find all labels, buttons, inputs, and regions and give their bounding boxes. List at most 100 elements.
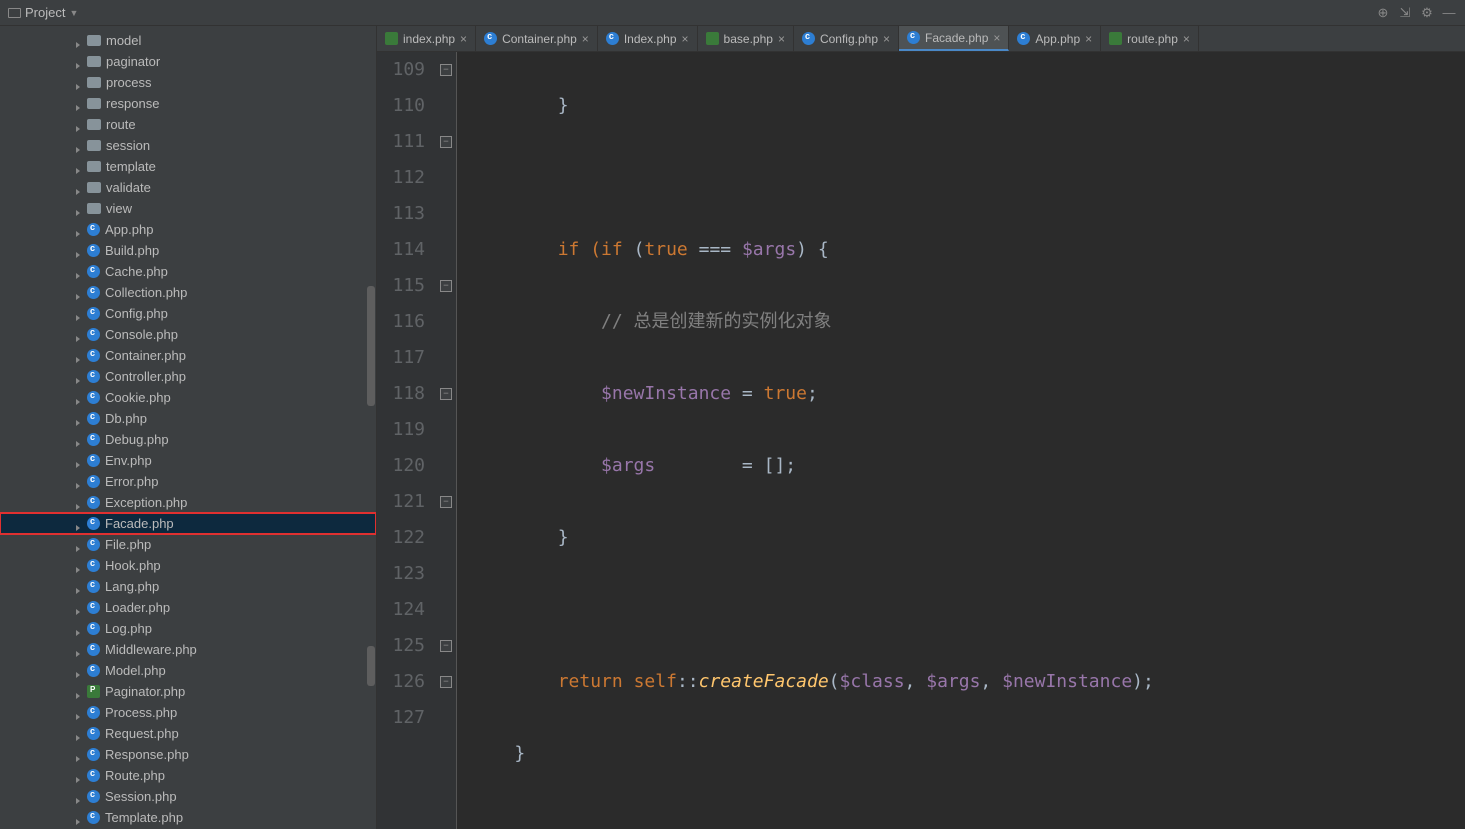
expand-arrow-icon[interactable] bbox=[75, 520, 83, 528]
tree-item-cookie-php[interactable]: Cookie.php bbox=[0, 387, 376, 408]
tree-item-loader-php[interactable]: Loader.php bbox=[0, 597, 376, 618]
tree-item-app-php[interactable]: App.php bbox=[0, 219, 376, 240]
expand-arrow-icon[interactable] bbox=[75, 625, 83, 633]
close-icon[interactable]: × bbox=[778, 32, 785, 46]
close-icon[interactable]: × bbox=[883, 32, 890, 46]
code-content[interactable]: } if (if (true === $args) { // 总是创建新的实例化… bbox=[457, 52, 1465, 829]
expand-arrow-icon[interactable] bbox=[75, 142, 83, 150]
tree-item-paginator[interactable]: paginator bbox=[0, 51, 376, 72]
tree-item-container-php[interactable]: Container.php bbox=[0, 345, 376, 366]
close-icon[interactable]: × bbox=[1183, 32, 1190, 46]
tree-item-config-php[interactable]: Config.php bbox=[0, 303, 376, 324]
tree-item-db-php[interactable]: Db.php bbox=[0, 408, 376, 429]
expand-arrow-icon[interactable] bbox=[75, 268, 83, 276]
tree-item-model-php[interactable]: Model.php bbox=[0, 660, 376, 681]
expand-arrow-icon[interactable] bbox=[75, 478, 83, 486]
tree-item-controller-php[interactable]: Controller.php bbox=[0, 366, 376, 387]
expand-arrow-icon[interactable] bbox=[75, 226, 83, 234]
close-icon[interactable]: × bbox=[993, 31, 1000, 45]
tree-item-paginator-php[interactable]: Paginator.php bbox=[0, 681, 376, 702]
expand-arrow-icon[interactable] bbox=[75, 373, 83, 381]
tree-item-debug-php[interactable]: Debug.php bbox=[0, 429, 376, 450]
expand-arrow-icon[interactable] bbox=[75, 310, 83, 318]
tree-item-validate[interactable]: validate bbox=[0, 177, 376, 198]
tab-config-php[interactable]: Config.php× bbox=[794, 26, 899, 51]
expand-arrow-icon[interactable] bbox=[75, 100, 83, 108]
expand-arrow-icon[interactable] bbox=[75, 163, 83, 171]
close-icon[interactable]: × bbox=[460, 32, 467, 46]
code-editor[interactable]: 1091101111121131141151161171181191201211… bbox=[377, 52, 1465, 829]
expand-arrow-icon[interactable] bbox=[75, 121, 83, 129]
tree-item-exception-php[interactable]: Exception.php bbox=[0, 492, 376, 513]
expand-arrow-icon[interactable] bbox=[75, 499, 83, 507]
close-icon[interactable]: × bbox=[1085, 32, 1092, 46]
expand-arrow-icon[interactable] bbox=[75, 667, 83, 675]
tree-item-console-php[interactable]: Console.php bbox=[0, 324, 376, 345]
collapse-icon[interactable]: ⇲ bbox=[1397, 5, 1413, 21]
expand-arrow-icon[interactable] bbox=[75, 814, 83, 822]
fold-marker-icon[interactable]: − bbox=[440, 388, 452, 400]
tree-item-route-php[interactable]: Route.php bbox=[0, 765, 376, 786]
fold-marker-icon[interactable]: − bbox=[440, 136, 452, 148]
expand-arrow-icon[interactable] bbox=[75, 415, 83, 423]
tree-item-cache-php[interactable]: Cache.php bbox=[0, 261, 376, 282]
expand-arrow-icon[interactable] bbox=[75, 646, 83, 654]
tab-index-php[interactable]: Index.php× bbox=[598, 26, 698, 51]
fold-marker-icon[interactable]: − bbox=[440, 640, 452, 652]
expand-arrow-icon[interactable] bbox=[75, 205, 83, 213]
expand-arrow-icon[interactable] bbox=[75, 436, 83, 444]
expand-arrow-icon[interactable] bbox=[75, 37, 83, 45]
expand-arrow-icon[interactable] bbox=[75, 793, 83, 801]
locate-icon[interactable]: ⊕ bbox=[1375, 5, 1391, 21]
tree-item-response-php[interactable]: Response.php bbox=[0, 744, 376, 765]
minimize-icon[interactable]: — bbox=[1441, 5, 1457, 21]
tree-item-session-php[interactable]: Session.php bbox=[0, 786, 376, 807]
tree-item-log-php[interactable]: Log.php bbox=[0, 618, 376, 639]
tab-facade-php[interactable]: Facade.php× bbox=[899, 26, 1009, 51]
fold-marker-icon[interactable]: − bbox=[440, 496, 452, 508]
sidebar-scrollbar[interactable] bbox=[366, 26, 376, 829]
project-sidebar[interactable]: modelpaginatorprocessresponseroutesessio… bbox=[0, 26, 377, 829]
tree-item-template[interactable]: template bbox=[0, 156, 376, 177]
gear-icon[interactable]: ⚙ bbox=[1419, 5, 1435, 21]
expand-arrow-icon[interactable] bbox=[75, 541, 83, 549]
expand-arrow-icon[interactable] bbox=[75, 79, 83, 87]
fold-marker-icon[interactable]: − bbox=[440, 64, 452, 76]
tree-item-process[interactable]: process bbox=[0, 72, 376, 93]
project-dropdown[interactable]: Project ▼ bbox=[8, 5, 78, 20]
tree-item-collection-php[interactable]: Collection.php bbox=[0, 282, 376, 303]
tree-item-response[interactable]: response bbox=[0, 93, 376, 114]
close-icon[interactable]: × bbox=[582, 32, 589, 46]
tab-route-php[interactable]: route.php× bbox=[1101, 26, 1199, 51]
tree-item-request-php[interactable]: Request.php bbox=[0, 723, 376, 744]
tree-item-middleware-php[interactable]: Middleware.php bbox=[0, 639, 376, 660]
tree-item-route[interactable]: route bbox=[0, 114, 376, 135]
tab-app-php[interactable]: App.php× bbox=[1009, 26, 1101, 51]
expand-arrow-icon[interactable] bbox=[75, 688, 83, 696]
tab-container-php[interactable]: Container.php× bbox=[476, 26, 598, 51]
expand-arrow-icon[interactable] bbox=[75, 289, 83, 297]
expand-arrow-icon[interactable] bbox=[75, 58, 83, 66]
expand-arrow-icon[interactable] bbox=[75, 352, 83, 360]
expand-arrow-icon[interactable] bbox=[75, 751, 83, 759]
tree-item-view[interactable]: view bbox=[0, 198, 376, 219]
expand-arrow-icon[interactable] bbox=[75, 331, 83, 339]
expand-arrow-icon[interactable] bbox=[75, 604, 83, 612]
expand-arrow-icon[interactable] bbox=[75, 730, 83, 738]
tree-item-template-php[interactable]: Template.php bbox=[0, 807, 376, 828]
fold-marker-icon[interactable]: − bbox=[440, 676, 452, 688]
expand-arrow-icon[interactable] bbox=[75, 562, 83, 570]
tree-item-error-php[interactable]: Error.php bbox=[0, 471, 376, 492]
expand-arrow-icon[interactable] bbox=[75, 709, 83, 717]
expand-arrow-icon[interactable] bbox=[75, 772, 83, 780]
tab-index-php[interactable]: index.php× bbox=[377, 26, 476, 51]
tree-item-lang-php[interactable]: Lang.php bbox=[0, 576, 376, 597]
tree-item-env-php[interactable]: Env.php bbox=[0, 450, 376, 471]
fold-marker-icon[interactable]: − bbox=[440, 280, 452, 292]
expand-arrow-icon[interactable] bbox=[75, 247, 83, 255]
fold-gutter[interactable]: − − − − − − − bbox=[437, 52, 457, 829]
tree-item-hook-php[interactable]: Hook.php bbox=[0, 555, 376, 576]
tree-item-build-php[interactable]: Build.php bbox=[0, 240, 376, 261]
tree-item-session[interactable]: session bbox=[0, 135, 376, 156]
tree-item-facade-php[interactable]: Facade.php bbox=[0, 513, 376, 534]
